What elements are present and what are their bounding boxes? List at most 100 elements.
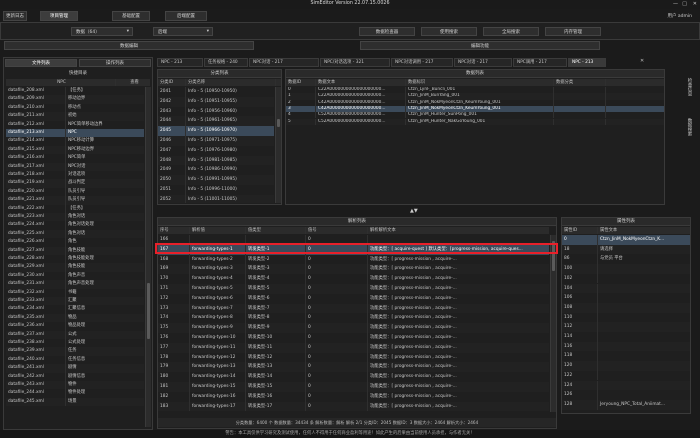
table-row[interactable]: 170 forwarding-types-4 转发类型-4 0 功能类型：[ progr… — [158, 274, 549, 284]
table-row[interactable]: 128 Jeryoung_NPC_Total_Aniimat... — [562, 399, 690, 410]
list-item[interactable]: datafile_210.xml 移动点 — [6, 103, 144, 113]
table-row[interactable]: 108 — [562, 302, 690, 313]
table-row[interactable]: 175 forwarding-types-9 转发类型-9 0 功能类型：[ progr… — [158, 323, 549, 333]
list-item[interactable]: datafile_238.xml 公式处理 — [6, 339, 144, 348]
table-row[interactable]: 2048 Info - 5 (10981-10985) — [158, 155, 274, 166]
user-label[interactable]: 用户 admin — [667, 13, 692, 19]
memory-manager-button[interactable]: 内存管理 — [545, 27, 601, 36]
usage-search-button[interactable]: 使用搜索 — [421, 27, 477, 36]
table-row[interactable]: 2050 Info - 5 (10991-10995) — [158, 175, 274, 185]
table-row[interactable]: 104 — [562, 283, 690, 294]
menu-tab[interactable]: 更新日志 — [3, 11, 27, 21]
table-row[interactable]: 18 请选择 — [562, 244, 690, 255]
list-item[interactable]: datafile_235.xml 物品 — [6, 313, 144, 323]
file-tab[interactable]: 任务规格 - 240 — [204, 58, 248, 67]
table-row[interactable]: 180 forwarding-types-14 转发类型-14 0 功能类型：[ pro… — [158, 372, 549, 382]
left-scrollbar[interactable] — [145, 87, 151, 427]
table-row[interactable]: 100 — [562, 264, 690, 274]
table-row[interactable]: 2047 Info - 5 (10976-10980) — [158, 145, 274, 156]
table-row[interactable]: 2046 Info - 5 (10971-10975) — [158, 136, 274, 146]
list-item[interactable]: datafile_221.xml 队员引导 — [6, 196, 144, 205]
category-scroll-thumb[interactable] — [277, 119, 280, 127]
table-row[interactable]: 0 Ctzn_JinM_NokMyeonCtzn_K... — [562, 235, 690, 245]
splitter-arrows[interactable]: ▲▼ — [410, 208, 418, 214]
category-scrollbar[interactable] — [275, 87, 281, 203]
table-row[interactable]: 173 forwarding-types-7 转发类型-7 0 功能类型：[ progr… — [158, 303, 549, 314]
maximize-icon[interactable]: □ — [682, 1, 687, 7]
global-search-button[interactable]: 全局搜索 — [483, 27, 539, 36]
table-row[interactable]: 2044 Info - 5 (10961-10965) — [158, 116, 274, 127]
table-row[interactable]: 126 — [562, 390, 690, 400]
list-item[interactable]: datafile_233.xml 汇聚 — [6, 297, 144, 306]
file-tab[interactable]: NPC对话 - 217 — [249, 58, 319, 67]
table-row[interactable]: 182 forwarding-types-16 转发类型-16 0 功能类型：[ pro… — [158, 391, 549, 402]
list-item[interactable]: datafile_218.xml 对话选项 — [6, 171, 144, 180]
menu-tab[interactable]: 基础配置 — [112, 11, 150, 21]
left-scroll-thumb[interactable] — [147, 283, 150, 339]
table-row[interactable]: 112 — [562, 322, 690, 332]
list-item[interactable]: datafile_242.xml 剧情信息 — [6, 372, 144, 381]
minimize-icon[interactable]: — — [673, 1, 678, 7]
list-item[interactable]: datafile_243.xml 物件 — [6, 381, 144, 390]
list-item[interactable]: datafile_216.xml NPC简单 — [6, 154, 144, 163]
list-item[interactable]: datafile_241.xml 剧情 — [6, 364, 144, 373]
table-row[interactable]: 2052 Info - 5 (11001-11005) — [158, 194, 274, 203]
analysis-scrollbar[interactable] — [550, 235, 556, 412]
list-item[interactable]: datafile_232.xml 书籍 — [6, 288, 144, 297]
table-row[interactable]: 110 — [562, 312, 690, 323]
list-item[interactable]: datafile_227.xml 角色技能 — [6, 246, 144, 255]
list-item[interactable]: datafile_225.xml 角色对话 — [6, 229, 144, 239]
list-item[interactable]: datafile_230.xml 角色声音 — [6, 271, 144, 281]
table-row[interactable]: 174 forwarding-types-8 转发类型-8 0 功能类型：[ progr… — [158, 313, 549, 324]
list-item[interactable]: datafile_217.xml NPC对话 — [6, 162, 144, 171]
list-item[interactable]: datafile_219.xml 战斗判定 — [6, 179, 144, 188]
list-item[interactable]: datafile_228.xml 角色技能处理 — [6, 255, 144, 264]
list-item[interactable]: datafile_240.xml 任务信息 — [6, 355, 144, 365]
table-row[interactable]: 2042 Info - 5 (10951-10955) — [158, 96, 274, 107]
list-item[interactable]: datafile_208.xml 【任务】 — [6, 87, 144, 96]
backend-select[interactable]: 后端 ▾ — [153, 27, 213, 36]
table-row[interactable]: 86 与党员 平台 — [562, 254, 690, 265]
file-tab[interactable]: NPC对话调用 - 217 — [391, 58, 453, 67]
list-item[interactable]: datafile_215.xml NPC移动边界 — [6, 145, 144, 155]
table-row[interactable]: 124 — [562, 380, 690, 391]
data-edit-button[interactable]: 数据编辑 — [4, 41, 254, 50]
table-row[interactable]: 114 — [562, 332, 690, 342]
file-tab[interactable]: NPC调用 - 217 — [513, 58, 567, 67]
list-item[interactable]: datafile_237.xml 公式 — [6, 330, 144, 339]
table-row[interactable]: 177 forwarding-types-11 转发类型-11 0 功能类型：[ pro… — [158, 342, 549, 353]
edit-function-button[interactable]: 编辑功能 — [360, 41, 600, 50]
list-item[interactable]: datafile_236.xml 物品处理 — [6, 322, 144, 331]
list-item[interactable]: datafile_234.xml 汇聚信息 — [6, 305, 144, 314]
tab-file-list[interactable]: 文件列表 — [5, 59, 77, 67]
table-row[interactable]: 2051 Info - 5 (10996-11000) — [158, 185, 274, 195]
tab-data-search[interactable]: 数据搜索 — [686, 118, 692, 136]
close-icon[interactable]: ✕ — [693, 1, 697, 7]
list-item[interactable]: datafile_213.xml NPC — [6, 129, 144, 138]
menu-tab[interactable]: 后端配置 — [165, 11, 207, 21]
table-row[interactable]: 118 — [562, 351, 690, 362]
list-item[interactable]: datafile_212.xml NPC简单移动边界 — [6, 120, 144, 129]
tab-operation-list[interactable]: 操作列表 — [79, 59, 151, 67]
list-item[interactable]: datafile_239.xml 任务 — [6, 347, 144, 356]
list-item[interactable]: datafile_222.xml 【任务】 — [6, 204, 144, 213]
file-tab[interactable]: NPC/对话选项 - 321 — [320, 58, 390, 67]
table-row[interactable]: 176 forwarding-types-10 转发类型-10 0 功能类型：[ pro… — [158, 333, 549, 343]
file-tab[interactable]: NPC - 213 — [568, 58, 606, 67]
table-row[interactable]: 2041 Info - 5 (10950-10950) — [158, 87, 274, 97]
list-item[interactable]: datafile_223.xml 角色对话 — [6, 213, 144, 222]
version-select[interactable]: 数据（64） ▾ — [71, 27, 133, 36]
file-tab[interactable]: NPC - 213 — [157, 58, 203, 67]
table-row[interactable]: 116 — [562, 341, 690, 352]
tab-check-info[interactable]: 检查信息 — [686, 78, 692, 96]
list-item[interactable]: datafile_229.xml 角色技能 — [6, 263, 144, 272]
table-row[interactable]: 172 forwarding-types-6 转发类型-6 0 功能类型：[ progr… — [158, 293, 549, 304]
table-row[interactable]: 169 forwarding-types-3 转发类型-3 0 功能类型：[ progr… — [158, 264, 549, 275]
table-row[interactable]: 120 — [562, 361, 690, 371]
table-row[interactable]: 5 C52A0000000000000000000... Ctzn_JinM_Hun… — [286, 118, 664, 125]
list-item[interactable]: datafile_224.xml 角色对话处理 — [6, 221, 144, 230]
table-row[interactable]: 102 — [562, 273, 690, 284]
list-item[interactable]: datafile_209.xml 移动边界 — [6, 95, 144, 104]
table-row[interactable]: 2043 Info - 5 (10956-10960) — [158, 106, 274, 117]
table-row[interactable]: 122 — [562, 370, 690, 381]
